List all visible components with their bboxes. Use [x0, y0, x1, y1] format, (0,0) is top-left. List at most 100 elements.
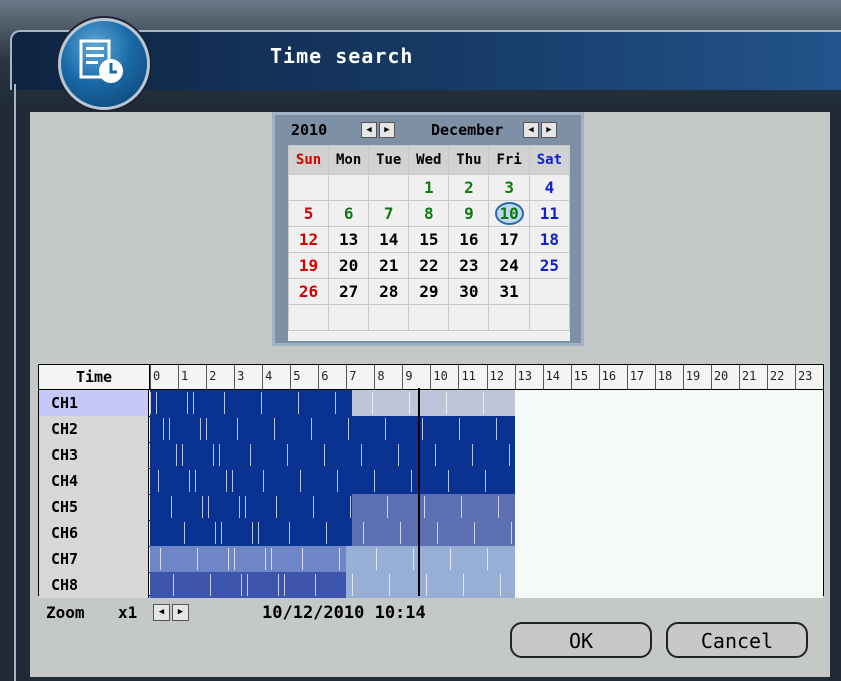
calendar-empty-cell: [368, 174, 410, 201]
calendar-day[interactable]: 10: [488, 200, 530, 227]
hour-tick: 9: [402, 365, 430, 389]
calendar-day[interactable]: 19: [287, 252, 330, 279]
channel-row-ch7[interactable]: CH7: [39, 546, 823, 573]
channel-label[interactable]: CH3: [39, 442, 149, 468]
calendar-day[interactable]: 4: [528, 174, 571, 201]
hour-label: 0: [153, 369, 161, 383]
channel-timeline-bar[interactable]: [150, 520, 823, 546]
time-cursor[interactable]: [418, 388, 421, 596]
channel-row-ch1[interactable]: CH1: [39, 390, 823, 417]
channel-row-ch3[interactable]: CH3: [39, 442, 823, 469]
event-tick: [163, 418, 164, 440]
zoom-out-button[interactable]: ◀: [153, 604, 170, 621]
weekday-fri: Fri: [488, 145, 530, 175]
channel-row-ch8[interactable]: CH8: [39, 572, 823, 598]
weekday-tue: Tue: [368, 145, 410, 175]
channel-timeline-bar[interactable]: [150, 390, 823, 416]
event-tick: [195, 470, 196, 492]
channel-timeline-bar[interactable]: [150, 494, 823, 520]
zoom-value: x1: [118, 603, 138, 622]
channel-timeline-bar[interactable]: [150, 572, 823, 598]
calendar-day[interactable]: 28: [368, 278, 410, 305]
event-tick: [226, 470, 227, 492]
calendar-day[interactable]: 26: [287, 278, 330, 305]
calendar-day[interactable]: 29: [408, 278, 450, 305]
hour-tick: 18: [654, 365, 683, 389]
hour-label: 20: [713, 369, 729, 383]
calendar-day[interactable]: 11: [528, 200, 571, 227]
calendar-day[interactable]: 31: [488, 278, 530, 305]
channel-row-ch6[interactable]: CH6: [39, 520, 823, 547]
event-tick: [241, 574, 242, 596]
calendar-day[interactable]: 5: [287, 200, 330, 227]
month-next-button[interactable]: ▶: [541, 122, 557, 138]
event-tick: [483, 392, 484, 414]
calendar-day[interactable]: 15: [408, 226, 450, 253]
event-tick: [350, 496, 351, 518]
channel-label[interactable]: CH6: [39, 520, 149, 546]
cancel-button[interactable]: Cancel: [666, 622, 808, 658]
selected-day[interactable]: 10: [494, 202, 524, 225]
channel-label[interactable]: CH5: [39, 494, 149, 520]
channel-row-ch5[interactable]: CH5: [39, 494, 823, 521]
calendar-day[interactable]: 24: [488, 252, 530, 279]
timeline-header: Time 0 1 2 3 4 5 6 7 8 9 10 11 12 13 14 15 16 17 18 19 20 21 2…: [39, 365, 823, 390]
calendar-day[interactable]: 12: [287, 226, 330, 253]
event-tick: [208, 496, 209, 518]
calendar-day[interactable]: 21: [368, 252, 410, 279]
calendar-day[interactable]: 27: [328, 278, 370, 305]
channel-label[interactable]: CH2: [39, 416, 149, 442]
calendar-day[interactable]: 30: [448, 278, 490, 305]
channel-timeline-bar[interactable]: [150, 546, 823, 572]
hour-label: 22: [769, 369, 785, 383]
calendar-day[interactable]: 22: [408, 252, 450, 279]
channel-label[interactable]: CH4: [39, 468, 149, 494]
ok-button[interactable]: OK: [510, 622, 652, 658]
event-tick: [276, 496, 277, 518]
channel-row-ch4[interactable]: CH4: [39, 468, 823, 495]
zoom-in-button[interactable]: ▶: [172, 604, 189, 621]
event-tick: [352, 574, 353, 596]
calendar-day[interactable]: 1: [408, 174, 450, 201]
event-tick: [461, 496, 462, 518]
channel-label[interactable]: CH8: [39, 572, 149, 598]
channel-timeline-bar[interactable]: [150, 468, 823, 494]
calendar-day[interactable]: 2: [448, 174, 490, 201]
calendar-day[interactable]: 20: [328, 252, 370, 279]
calendar-day[interactable]: 13: [328, 226, 370, 253]
calendar-day[interactable]: 6: [328, 200, 370, 227]
event-tick: [213, 444, 214, 466]
hour-tick: 14: [542, 365, 571, 389]
month-prev-button[interactable]: ◀: [523, 122, 539, 138]
event-tick: [463, 574, 464, 596]
calendar-day[interactable]: 8: [408, 200, 450, 227]
year-next-button[interactable]: ▶: [379, 122, 395, 138]
event-tick: [509, 444, 510, 466]
calendar-day[interactable]: 23: [448, 252, 490, 279]
calendar-day[interactable]: 9: [448, 200, 490, 227]
hour-label: 12: [489, 369, 504, 383]
calendar-day[interactable]: 18: [528, 226, 571, 253]
calendar-year: 2010: [291, 121, 328, 139]
recording-segment: [150, 546, 347, 572]
event-tick: [234, 548, 235, 570]
hour-tick: 15: [570, 365, 599, 389]
event-tick: [487, 548, 488, 570]
hour-label: 16: [601, 369, 617, 383]
calendar-day[interactable]: 14: [368, 226, 410, 253]
calendar-day[interactable]: 7: [368, 200, 410, 227]
calendar-day[interactable]: 16: [448, 226, 490, 253]
channel-label[interactable]: CH1: [39, 390, 149, 416]
channel-timeline-bar[interactable]: [150, 442, 823, 468]
channel-row-ch2[interactable]: CH2: [39, 416, 823, 443]
event-tick: [247, 574, 248, 596]
event-tick: [156, 392, 157, 414]
event-tick: [437, 522, 438, 544]
channel-timeline-bar[interactable]: [150, 416, 823, 442]
time-search-window: Time search 2010 ◀ ▶ December ◀ ▶ Sun Mon…: [0, 0, 841, 681]
calendar-day[interactable]: 25: [528, 252, 571, 279]
calendar-day[interactable]: 17: [488, 226, 530, 253]
calendar-day[interactable]: 3: [488, 174, 530, 201]
year-prev-button[interactable]: ◀: [361, 122, 377, 138]
channel-label[interactable]: CH7: [39, 546, 149, 572]
